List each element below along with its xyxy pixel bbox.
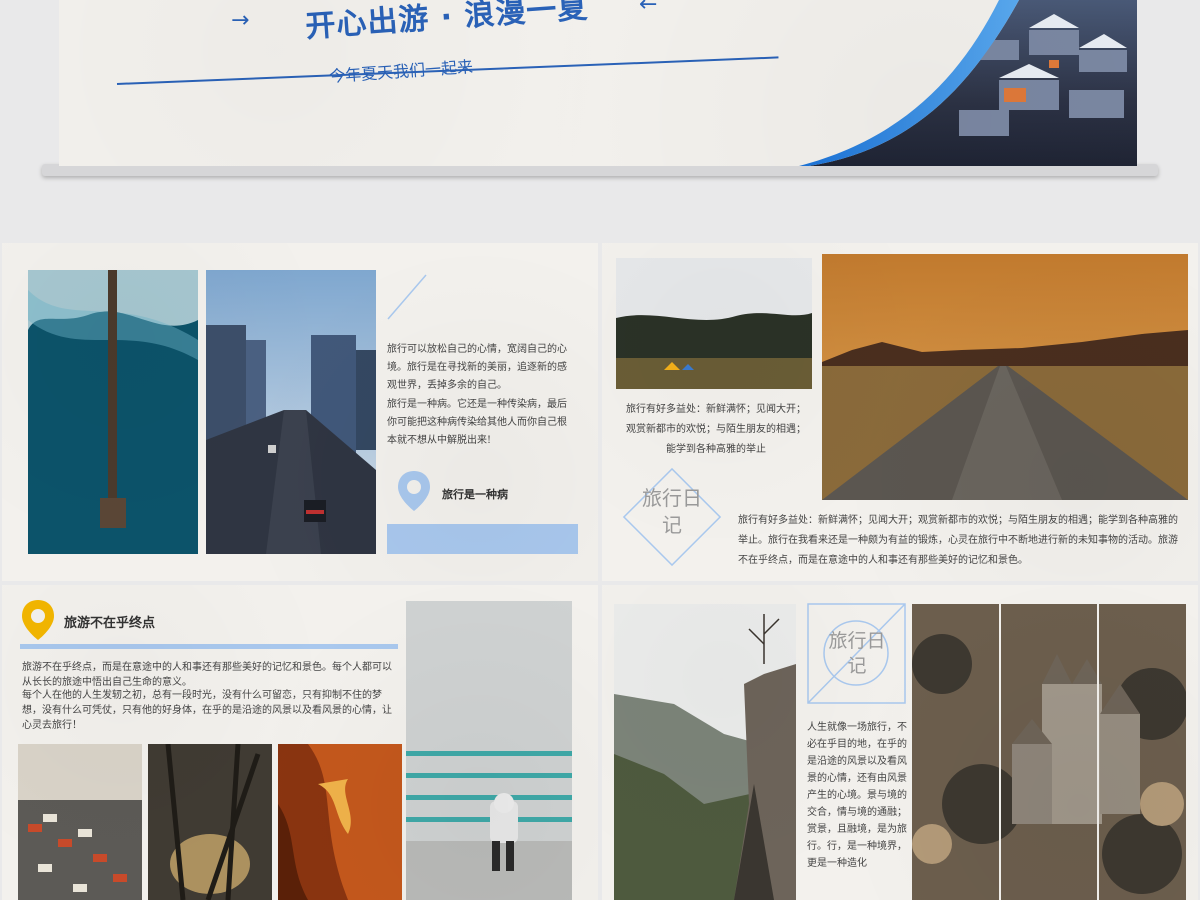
diary-body: 人生就像一场旅行，不必在乎目的地，在乎的是沿途的风景以及看风景的心情，还有由风景… [807, 722, 907, 869]
child-at-railing-photo [406, 601, 572, 900]
slide-travel-diary-1[interactable]: 旅行有好多益处：新鲜满怀；见闻大开；观赏新都市的欢悦；与陌生朋友的相遇；能学到各… [602, 243, 1198, 581]
diary-stamp-text: 旅行日记 [828, 630, 886, 677]
camping-mist-photo [616, 258, 812, 389]
hero-title: 开心出游 · 浪漫一夏 [304, 0, 590, 45]
pier-ocean-photo [28, 270, 198, 554]
camper-vans-photo [18, 744, 142, 900]
slide-travel-disease[interactable]: 旅行可以放松自己的心情，宽阔自己的心境。旅行是在寻找新的美丽，追逐新的感观世界，… [2, 243, 598, 581]
arrow-right-icon: → [231, 8, 250, 33]
heading-underline [20, 644, 398, 649]
diagonal-decoration [387, 274, 427, 320]
mountain-cliff-photo [614, 604, 796, 900]
location-pin-icon [22, 600, 54, 640]
antelope-canyon-photo [278, 744, 402, 900]
paragraph-2: 旅行是一种病。它还是一种传染病，最后你可能把这种病传染给其他人而你自己根本就不想… [387, 399, 567, 446]
paragraph-1: 旅行可以放松自己的心情，宽阔自己的心境。旅行是在寻找新的美丽，追逐新的感观世界，… [387, 344, 567, 391]
diary-stamp-text: 旅行日记 [642, 486, 702, 537]
arrow-left-icon: ← [639, 0, 658, 17]
city-road-photo [206, 270, 376, 554]
desert-road-photo [822, 254, 1188, 500]
village-photo [799, 0, 1137, 166]
photo-caption: 旅行有好多益处：新鲜满怀；见闻大开；观赏新都市的欢悦；与陌生朋友的相遇；能学到各… [626, 404, 806, 455]
tag-label: 旅行是一种病 [442, 488, 508, 501]
section-heading: 旅游不在乎终点 [64, 616, 156, 631]
diary-body: 旅行有好多益处：新鲜满怀；见闻大开；观赏新都市的欢悦；与陌生朋友的相遇；能学到各… [738, 515, 1178, 566]
blue-bar [387, 524, 578, 554]
location-pin-icon [398, 471, 430, 511]
castle-forest-photo [912, 604, 1186, 900]
title-slide[interactable]: → 开心出游 · 浪漫一夏 ← 今年夏天我们一起来 [59, 0, 1137, 166]
slide-travel-diary-2[interactable]: 旅行日记 人生就像一场旅行，不必在乎目的地，在乎的是沿途的风景以及看风景的心情，… [602, 585, 1198, 900]
paragraph-2: 每个人在他的人生发轫之初，总有一段时光，没有什么可留恋，只有抑制不住的梦想，没有… [22, 690, 392, 731]
slide-not-the-destination[interactable]: 旅游不在乎终点 旅游不在乎终点，而是在意途中的人和事还有那些美好的记忆和景色。每… [2, 585, 598, 900]
paragraph-1: 旅游不在乎终点，而是在意途中的人和事还有那些美好的记忆和景色。每个人都可以从长长… [22, 662, 392, 688]
forest-trees-photo [148, 744, 272, 900]
